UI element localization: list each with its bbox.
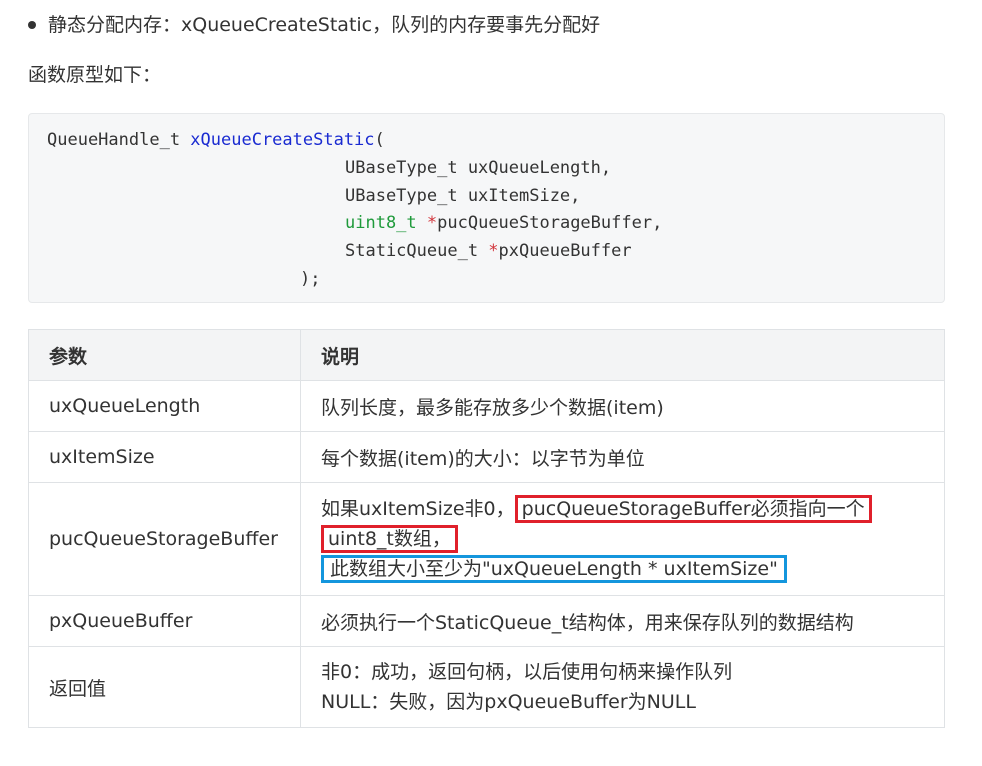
code-line-1: QueueHandle_t xQueueCreateStatic( — [47, 128, 385, 152]
code-param-1: UBaseType_t uxQueueLength, — [345, 158, 612, 178]
table-row: uxItemSize 每个数据(item)的大小：以字节为单位 — [28, 431, 945, 483]
table-row: uxQueueLength 队列长度，最多能存放多少个数据(item) — [28, 380, 945, 432]
table-header-row: 参数 说明 — [28, 329, 945, 381]
desc-cell: 非0：成功，返回句柄，以后使用句柄来操作队列 NULL：失败，因为pxQueue… — [300, 646, 945, 728]
desc-cell: 必须执行一个StaticQueue_t结构体，用来保存队列的数据结构 — [300, 595, 945, 647]
table-row: 返回值 非0：成功，返回句柄，以后使用句柄来操作队列 NULL：失败，因为pxQ… — [28, 646, 945, 728]
bullet-dot — [28, 21, 36, 29]
code-close-paren: ); — [300, 269, 321, 289]
params-table: 参数 说明 uxQueueLength 队列长度，最多能存放多少个数据(item… — [28, 329, 945, 728]
red-highlight-box: pucQueueStorageBuffer必须指向一个 — [514, 495, 872, 523]
desc-plain: 如果uxItemSize非0， — [321, 498, 515, 520]
param-cell: pxQueueBuffer — [28, 595, 301, 647]
table-row: pucQueueStorageBuffer 如果uxItemSize非0， puc… — [28, 482, 945, 596]
code-open-paren: ( — [374, 130, 385, 150]
param-cell: uxQueueLength — [28, 380, 301, 432]
desc-line-3: 此数组大小至少为"uxQueueLength * uxItemSize" — [321, 554, 924, 584]
code-return-type: QueueHandle_t — [47, 130, 191, 150]
bullet-item: 静态分配内存：xQueueCreateStatic，队列的内存要事先分配好 — [28, 10, 601, 40]
code-param-3-star: * — [426, 213, 438, 233]
desc-line-2: NULL：失败，因为pxQueueBuffer为NULL — [321, 691, 696, 713]
param-cell: 返回值 — [28, 646, 301, 728]
param-cell: uxItemSize — [28, 431, 301, 483]
desc-line-2: uint8_t数组， — [321, 524, 924, 554]
intro-text: 函数原型如下： — [28, 64, 162, 86]
bullet-text: 静态分配内存：xQueueCreateStatic，队列的内存要事先分配好 — [48, 14, 601, 36]
desc-cell: 每个数据(item)的大小：以字节为单位 — [300, 431, 945, 483]
blue-highlight-box: 此数组大小至少为"uxQueueLength * uxItemSize" — [321, 555, 787, 583]
header-param: 参数 — [28, 329, 301, 381]
code-param-2: UBaseType_t uxItemSize, — [345, 186, 581, 206]
desc-line-1: 非0：成功，返回句柄，以后使用句柄来操作队列 — [321, 661, 733, 683]
code-param-3: uint8_t *pucQueueStorageBuffer, — [345, 211, 662, 235]
code-param-4-type: StaticQueue_t — [345, 241, 489, 261]
header-desc: 说明 — [300, 329, 945, 381]
red-highlight-box: uint8_t数组， — [321, 525, 458, 553]
code-param-3-name: pucQueueStorageBuffer, — [437, 213, 663, 233]
table-row: pxQueueBuffer 必须执行一个StaticQueue_t结构体，用来保… — [28, 595, 945, 647]
code-param-4-star: * — [488, 241, 499, 261]
code-function-name: xQueueCreateStatic — [190, 130, 375, 150]
code-param-4: StaticQueue_t *pxQueueBuffer — [345, 239, 632, 263]
code-param-3-type: uint8_t — [345, 213, 427, 233]
desc-line-1: 如果uxItemSize非0， pucQueueStorageBuffer必须指向… — [321, 494, 924, 524]
desc-cell: 队列长度，最多能存放多少个数据(item) — [300, 380, 945, 432]
desc-cell: 如果uxItemSize非0， pucQueueStorageBuffer必须指向… — [300, 482, 945, 596]
code-block: QueueHandle_t xQueueCreateStatic( UBaseT… — [28, 113, 945, 303]
param-cell: pucQueueStorageBuffer — [28, 482, 301, 596]
code-param-4-name: pxQueueBuffer — [498, 241, 632, 261]
